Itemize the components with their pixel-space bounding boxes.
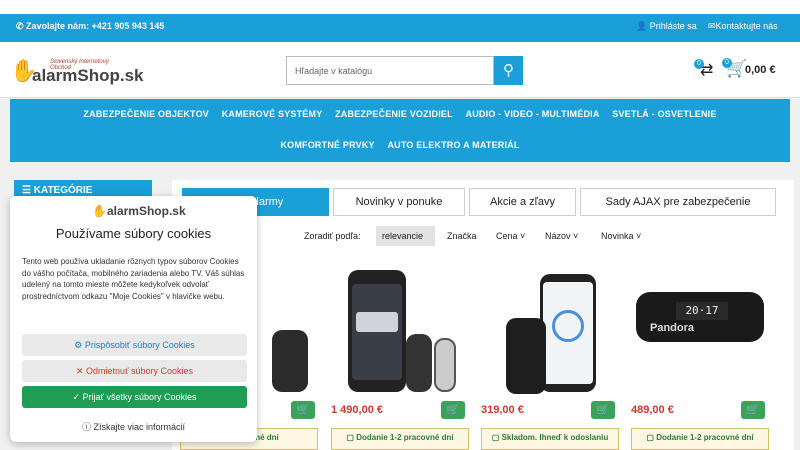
cart-badge: 0 [722, 58, 732, 68]
top-bar: ✆ Zavolajte nám: +421 905 943 145 👤 Prih… [0, 0, 800, 42]
cart-icon: 🛒 [446, 404, 460, 416]
user-icon: 👤 [636, 21, 650, 31]
sort-znacka[interactable]: Značka [441, 226, 483, 246]
logo-text: alarmShop.sk [32, 66, 144, 85]
product-card[interactable] [330, 260, 470, 400]
main-nav: ZABEZPEČENIE OBJEKTOV KAMEROVÉ SYSTÉMY Z… [10, 99, 790, 162]
accept-cookies-button[interactable]: ✓ Prijať všetky súbory Cookies [22, 386, 247, 408]
add-to-cart-button[interactable]: 🛒 [291, 401, 315, 419]
chat-icon: ✉ [708, 21, 716, 31]
sort-novinka[interactable]: Novinka ˅ [595, 226, 647, 246]
stock-status: ▢ Dodanie 1-2 pracovné dni [631, 428, 769, 450]
tab-novinky[interactable]: Novinky v ponuke [333, 188, 465, 216]
cart-total[interactable]: 0,00 € [745, 64, 776, 76]
product-image [272, 330, 308, 392]
more-info-label: Získajte viac informácií [93, 422, 186, 432]
close-icon: ✕ [76, 366, 87, 376]
stock-status: ▢ Skladom. Ihneď k odoslaniu [481, 428, 619, 450]
product-card[interactable]: 20·17 Pandora [630, 260, 770, 400]
nav-svetla[interactable]: SVETLÁ - OSVETLENIE [612, 109, 716, 119]
nav-komfortne-prvky[interactable]: KOMFORTNÉ PRVKY [280, 140, 374, 150]
product-image: 20·17 Pandora [636, 292, 764, 342]
customize-cookies-button[interactable]: ⚙ Prispôsobiť súbory Cookies [22, 334, 247, 356]
chevron-down-icon: ˅ [570, 231, 579, 241]
add-to-cart-button[interactable]: 🛒 [441, 401, 465, 419]
cookie-logo: ✋alarmShop.sk [92, 204, 186, 218]
sort-relevancie[interactable]: relevancie [376, 226, 435, 246]
cookie-title: Používame súbory cookies [55, 226, 212, 241]
add-to-cart-button[interactable]: 🛒 [591, 401, 615, 419]
reject-label: Odmietnuť súbory Cookies [86, 366, 193, 376]
sort-nazov[interactable]: Názov ˅ [539, 226, 584, 246]
cart-icon: 🛒 [746, 404, 760, 416]
contact-text: Kontaktujte nás [715, 21, 778, 31]
phone-info[interactable]: ✆ Zavolajte nám: +421 905 943 145 [16, 21, 164, 32]
info-icon: ⓘ [81, 422, 94, 432]
box-icon: ▢ [646, 433, 657, 442]
more-info-link[interactable]: ⓘ Získajte viac informácií [10, 420, 257, 433]
chevron-down-icon: ˅ [633, 231, 642, 241]
product-image [348, 270, 406, 392]
search-icon: ⚲ [503, 62, 514, 79]
menu-icon: ☰ [22, 185, 34, 196]
sort-nazov-label: Názov [545, 231, 571, 241]
box-icon: ▢ [491, 433, 502, 442]
site-logo[interactable]: ✋ Slovenský Internetový Obchod alarmShop… [10, 58, 144, 88]
cookie-description: Tento web používa ukladanie rôznych typo… [22, 257, 245, 301]
sort-cena-label: Cena [496, 231, 518, 241]
sort-label: Zoradiť podľa: [304, 231, 361, 241]
categories-label: KATEGÓRIE [33, 185, 93, 196]
nav-kamerove-systemy[interactable]: KAMEROVÉ SYSTÉMY [222, 109, 323, 119]
compare-badge: 0 [694, 59, 704, 69]
phone-text: Zavolajte nám: +421 905 943 145 [26, 21, 165, 31]
nav-auto-elektro[interactable]: AUTO ELEKTRO A MATERIÁL [387, 140, 519, 150]
customize-label: Prispôsobiť súbory Cookies [84, 340, 195, 350]
nav-audio-video[interactable]: AUDIO - VIDEO - MULTIMÉDIA [466, 109, 600, 119]
reject-cookies-button[interactable]: ✕ Odmietnuť súbory Cookies [22, 360, 247, 382]
product-price: 1 490,00 € [331, 404, 383, 416]
fob-display: 20·17 [676, 302, 728, 320]
accept-label: Prijať všetky súbory Cookies [82, 392, 197, 402]
login-link[interactable]: 👤 Prihláste sa [636, 21, 697, 32]
chevron-down-icon: ˅ [517, 231, 526, 241]
sort-novinka-label: Novinka [601, 231, 634, 241]
hand-logo-icon: ✋ [92, 204, 107, 218]
sliders-icon: ⚙ [74, 340, 85, 350]
phone-icon: ✆ [16, 21, 27, 31]
cart-icon: 🛒 [596, 404, 610, 416]
stock-text: Skladom. Ihneď k odoslaniu [501, 433, 609, 442]
product-price: 319,00 € [481, 404, 524, 416]
nav-zabezpecenie-vozidiel[interactable]: ZABEZPEČENIE VOZIDIEL [335, 109, 453, 119]
nav-row-1: ZABEZPEČENIE OBJEKTOV KAMEROVÉ SYSTÉMY Z… [10, 109, 790, 119]
tab-sady-ajax[interactable]: Sady AJAX pre zabezpečenie [580, 188, 776, 216]
nav-row-2: KOMFORTNÉ PRVKY AUTO ELEKTRO A MATERIÁL [10, 140, 790, 150]
stock-status: ▢ Dodanie 1-2 pracovné dni [331, 428, 469, 450]
tab-akcie[interactable]: Akcie a zľavy [469, 188, 576, 216]
search-button[interactable]: ⚲ [494, 56, 523, 85]
add-to-cart-button[interactable]: 🛒 [741, 401, 765, 419]
brand-label: Pandora [650, 322, 695, 334]
login-text: Prihláste sa [649, 21, 697, 31]
product-image [540, 274, 596, 392]
box-icon: ▢ [346, 433, 357, 442]
header-icons: ⇄ 0 🛒 0 0,00 € [694, 56, 794, 86]
cookie-dialog: ✋alarmShop.sk Používame súbory cookies T… [10, 196, 257, 442]
stock-text: Dodanie 1-2 pracovné dni [356, 433, 454, 442]
contact-link[interactable]: ✉Kontaktujte nás [708, 21, 778, 32]
search-input[interactable]: Hľadajte v katalógu [286, 56, 494, 85]
stock-text: Dodanie 1-2 pracovné dni [656, 433, 754, 442]
check-icon: ✓ [72, 392, 83, 402]
product-card[interactable] [480, 260, 620, 400]
nav-zabezpecenie-objektov[interactable]: ZABEZPEČENIE OBJEKTOV [83, 109, 209, 119]
cookie-logo-text: alarmShop.sk [106, 204, 186, 218]
product-price: 489,00 € [631, 404, 674, 416]
cart-icon: 🛒 [296, 404, 310, 416]
sort-cena[interactable]: Cena ˅ [490, 226, 531, 246]
